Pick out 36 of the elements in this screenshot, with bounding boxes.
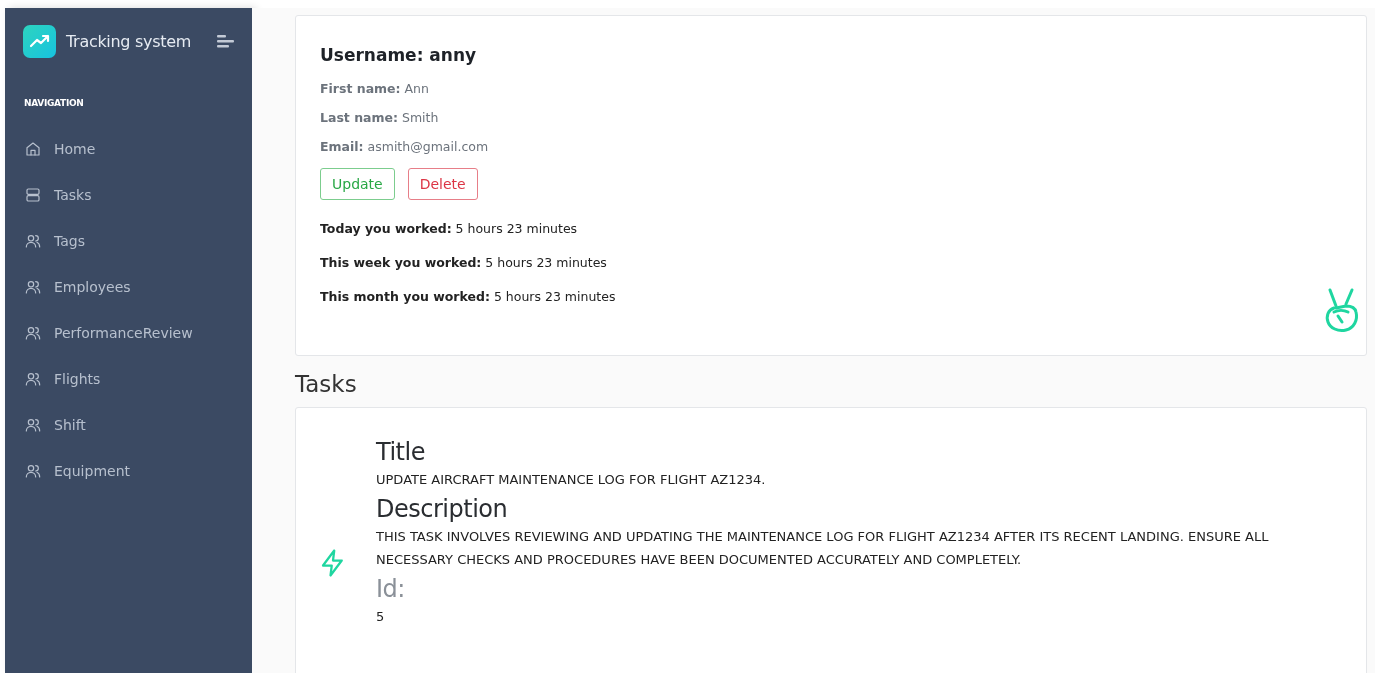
update-button[interactable]: Update [320,168,395,200]
field-value: THIS TASK INVOLVES REVIEWING AND UPDATING THE MAINTENANCE LOG FOR FLIGHT AZ1234 AFTER ITS RECENT LANDING. ENSURE ALL NECESSARY CHECKS AND PROCEDURES HAVE BEEN DOCUMENTED ACCURATELY AND COMPLETELY. [376,528,1270,569]
profile-detail: First name: Ann [320,81,430,96]
nav-item[interactable]: Home [5,126,252,172]
users-icon [25,463,41,479]
nav-item[interactable]: PerformanceReview [5,310,252,356]
work-stat: This month you worked: 5 hours 23 minutes [320,289,617,304]
field-value: 5 [376,608,386,626]
nav-item[interactable]: Equipment [5,448,252,494]
nav-item[interactable]: Tasks [5,172,252,218]
logo-icon [23,24,56,58]
nav-item[interactable]: Tags [5,218,252,264]
users-icon [25,233,41,249]
work-stat: Today you worked: 5 hours 23 minutes [320,221,579,236]
server-icon [25,187,41,203]
section-heading: Tasks [295,370,358,399]
nav-item[interactable]: Employees [5,264,252,310]
delete-button[interactable]: Delete [407,168,478,200]
brand-name: Tracking system [66,31,193,51]
profile-detail: Email: asmith@gmail.com [320,139,490,154]
field-label: Description [376,494,509,525]
nav-item[interactable]: Shift [5,402,252,448]
field-label: Title [376,437,426,468]
profile-detail: Last name: Smith [320,110,440,125]
users-icon [25,325,41,341]
nav-item[interactable]: Flights [5,356,252,402]
work-stat: This week you worked: 5 hours 23 minutes [320,255,608,270]
section-label: NAVIGATION [23,97,85,110]
users-icon [25,279,41,295]
home-icon [25,141,41,157]
users-icon [25,371,41,387]
field-label: Id: [376,574,406,605]
field-value: UPDATE AIRCRAFT MAINTENANCE LOG FOR FLIGHT AZ1234. [376,471,767,489]
users-icon [25,417,41,433]
menu-icon[interactable] [217,34,234,48]
username: Username: anny [320,45,478,65]
